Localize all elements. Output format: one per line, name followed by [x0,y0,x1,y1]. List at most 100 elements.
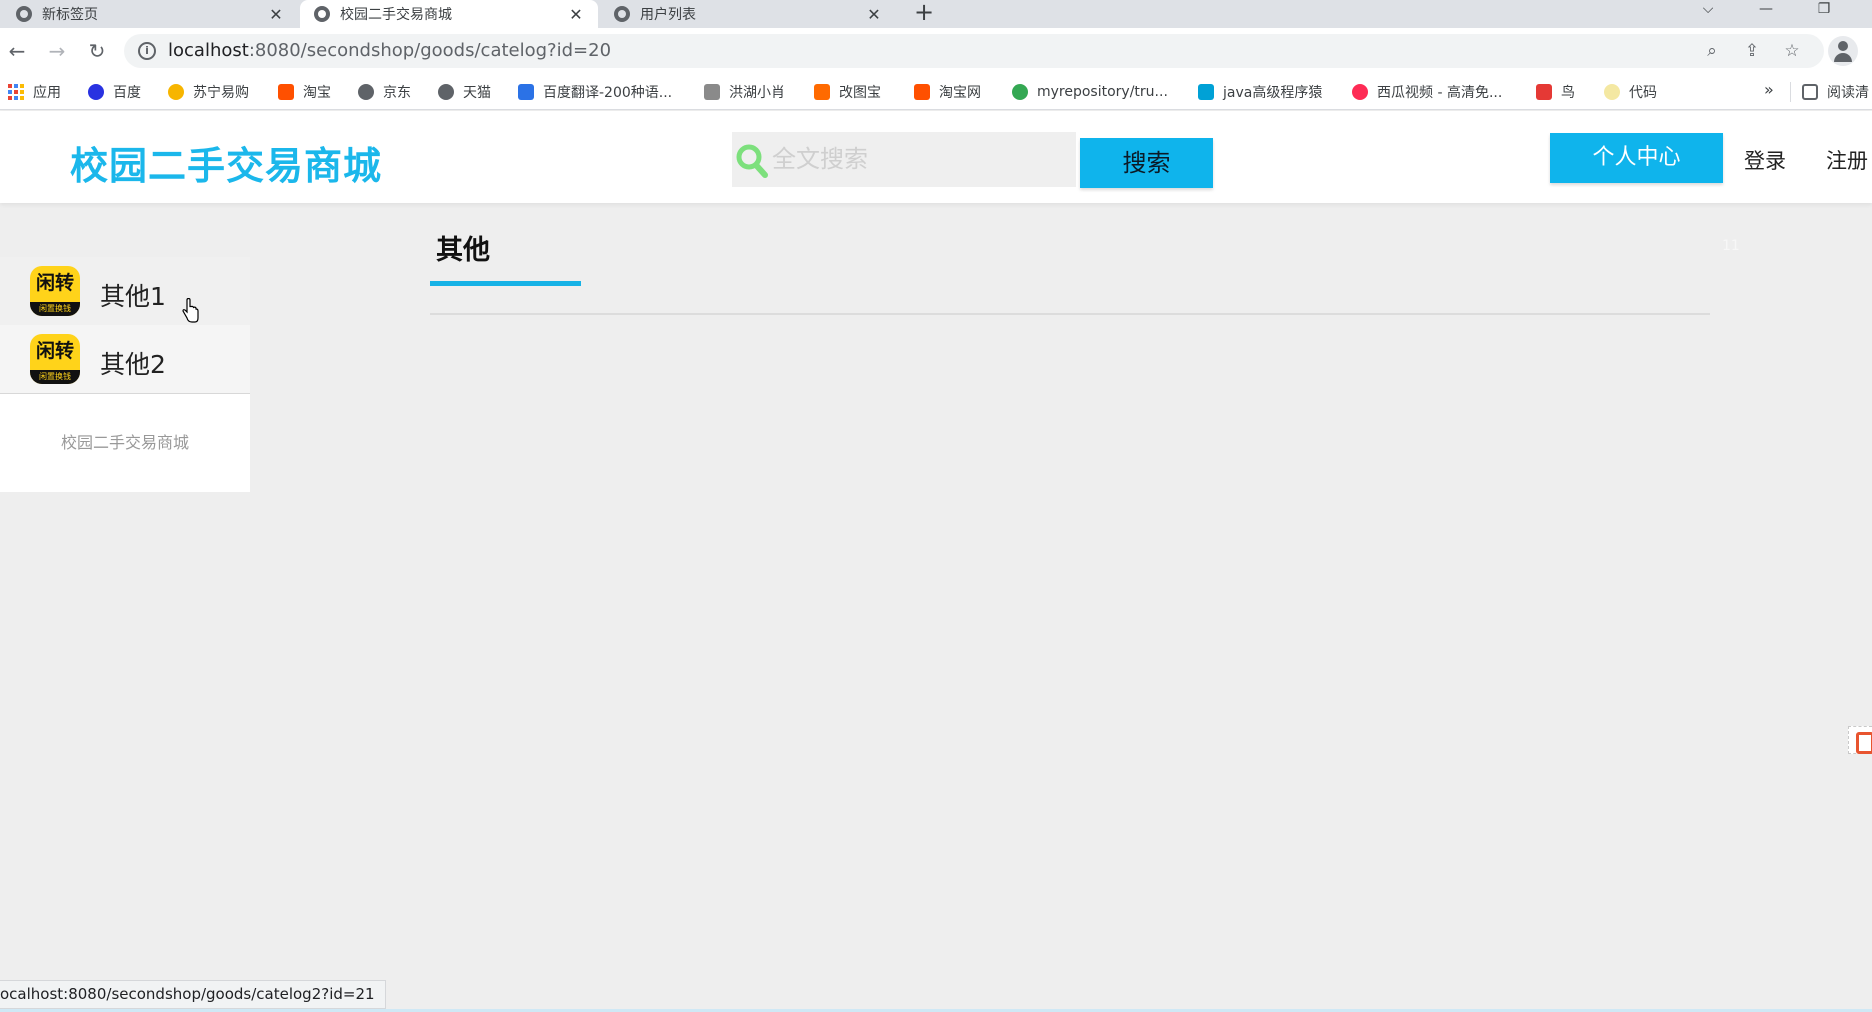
bookmark-label: 淘宝 [303,85,331,101]
content-divider [430,313,1710,315]
bookmark-gaitubao[interactable]: 改图宝 [814,82,881,102]
site-info-icon[interactable]: i [138,42,156,60]
restore-icon[interactable]: ❐ [1804,0,1844,28]
globe-icon [438,84,454,100]
bookmark-java[interactable]: java高级程序猿 [1198,82,1322,102]
bookmark-bird[interactable]: 鸟 [1536,82,1575,102]
url-path: :8080/secondshop/goods/catelog?id=20 [248,40,612,61]
sidebar-item-other2[interactable]: 闲转 闲置换钱 其他2 [0,325,250,393]
bookmark-label: 百度 [113,85,141,101]
sidebar-item-label: 其他2 [100,350,166,379]
bird-icon [1536,84,1552,100]
app-icon-text: 闲转 [35,272,74,294]
xigua-play-icon [1352,84,1368,100]
bookmark-taobao[interactable]: 淘宝 [278,82,331,102]
reload-icon[interactable]: ↻ [82,36,112,66]
bookmark-taobao-net[interactable]: 淘宝网 [914,82,981,102]
bookmark-label: 天猫 [463,85,491,101]
new-tab-button[interactable]: + [912,0,936,28]
bookmark-label: 淘宝网 [939,85,981,101]
gaitubao-icon [814,84,830,100]
apps-grid-icon [8,84,24,100]
bookmark-label: 洪湖小肖 [729,85,785,101]
address-bar[interactable]: i localhost:8080/secondshop/goods/catelo… [124,34,1824,68]
search-box [732,132,1076,187]
sidebar-item-other1[interactable]: 闲转 闲置换钱 其他1 [0,257,250,325]
sidebar-item-label: 其他1 [100,282,166,311]
baidu-paw-icon [88,84,104,100]
reading-list-label: 阅读清 [1827,85,1869,101]
share-icon[interactable]: ⇪ [1742,41,1762,61]
app-icon-text: 闲转 [35,340,74,362]
tab-search-chevron-icon[interactable]: ⌵ [1688,0,1728,28]
bookmark-label: java高级程序猿 [1223,85,1323,101]
bookmark-star-icon[interactable]: ☆ [1782,41,1802,61]
site-header: 校园二手交易商城 搜索 个人中心 登录 注册 [0,111,1872,203]
bookmark-suning[interactable]: 苏宁易购 [168,82,249,102]
hand-cursor-icon [182,298,199,323]
tab-title: 校园二手交易商城 [340,7,452,23]
profile-avatar-icon[interactable] [1828,36,1858,66]
bookmark-jd[interactable]: 京东 [358,82,411,102]
category-title-underline [430,281,581,286]
search-input[interactable] [772,140,1072,178]
forward-arrow-icon[interactable]: → [42,36,72,66]
bookmark-label: 苏宁易购 [193,85,249,101]
bookmark-honghu[interactable]: 洪湖小肖 [704,82,785,102]
user-center-button[interactable]: 个人中心 [1550,133,1723,183]
bookmark-icon [1604,84,1620,100]
search-button[interactable]: 搜索 [1080,138,1213,188]
xianzhuan-app-icon: 闲转 闲置换钱 [30,266,80,316]
faint-count-text: 11 [1722,238,1740,254]
bookmark-label: myrepository/tru... [1037,84,1168,100]
tab-title: 新标签页 [42,7,98,23]
login-link[interactable]: 登录 [1744,145,1786,175]
xianzhuan-app-icon: 闲转 闲置换钱 [30,334,80,384]
suning-lion-icon [168,84,184,100]
url-text[interactable]: localhost:8080/secondshop/goods/catelog?… [168,40,611,61]
taobao-icon [914,84,930,100]
app-icon-subtext: 闲置换钱 [30,370,80,384]
bilibili-icon [1198,84,1214,100]
floating-widget-icon[interactable] [1848,726,1872,754]
globe-icon [614,6,630,22]
tab-user-list[interactable]: 用户列表 ✕ [600,0,896,28]
bookmark-baidu-translate[interactable]: 百度翻译-200种语... [518,82,672,102]
taobao-icon [278,84,294,100]
browser-toolbar: ← → ↻ i localhost:8080/secondshop/goods/… [0,28,1872,74]
site-logo[interactable]: 校园二手交易商城 [70,135,382,190]
baidu-translate-icon [518,84,534,100]
bookmark-baidu[interactable]: 百度 [88,82,141,102]
tab-close-icon[interactable]: ✕ [568,5,584,24]
tab-title: 用户列表 [640,7,696,23]
register-link[interactable]: 注册 [1826,145,1868,175]
sidebar-footer: 校园二手交易商城 [0,394,250,492]
bookmark-bird-icon [704,84,720,100]
bookmark-xigua[interactable]: 西瓜视频 - 高清免... [1352,82,1502,102]
tab-new-tab[interactable]: 新标签页 ✕ [2,0,298,28]
bookmark-label: 改图宝 [839,85,881,101]
zoom-icon[interactable]: ⌕ [1702,41,1722,61]
minimize-icon[interactable]: — [1746,0,1786,28]
bookmarks-more-icon[interactable]: » [1764,80,1774,99]
bookmark-code[interactable]: 代码 [1604,82,1657,102]
bookmark-label: 百度翻译-200种语... [543,85,673,101]
back-arrow-icon[interactable]: ← [2,36,32,66]
tab-close-icon[interactable]: ✕ [268,5,284,24]
bookmark-apps[interactable]: 应用 [8,82,61,102]
reading-list[interactable]: 阅读清 [1802,82,1869,102]
app-icon-subtext: 闲置换钱 [30,302,80,316]
bookmark-tmall[interactable]: 天猫 [438,82,491,102]
chrome-icon [1012,84,1028,100]
bookmarks-bar: 应用 百度 苏宁易购 淘宝 京东 天猫 百度翻译-200种语... 洪湖小肖 改… [0,74,1872,110]
search-icon [736,144,768,178]
bookmark-myrepository[interactable]: myrepository/tru... [1012,82,1168,102]
url-host: localhost [168,40,249,61]
globe-icon [314,6,330,22]
category-sidebar: 闲转 闲置换钱 其他1 闲转 闲置换钱 其他2 校园二手交易商城 [0,257,250,492]
tab-campus-market[interactable]: 校园二手交易商城 ✕ [300,0,598,28]
reading-list-icon [1802,84,1818,100]
tab-close-icon[interactable]: ✕ [866,5,882,24]
bookmark-label: 鸟 [1561,85,1575,101]
bookmark-label: 代码 [1629,85,1657,101]
